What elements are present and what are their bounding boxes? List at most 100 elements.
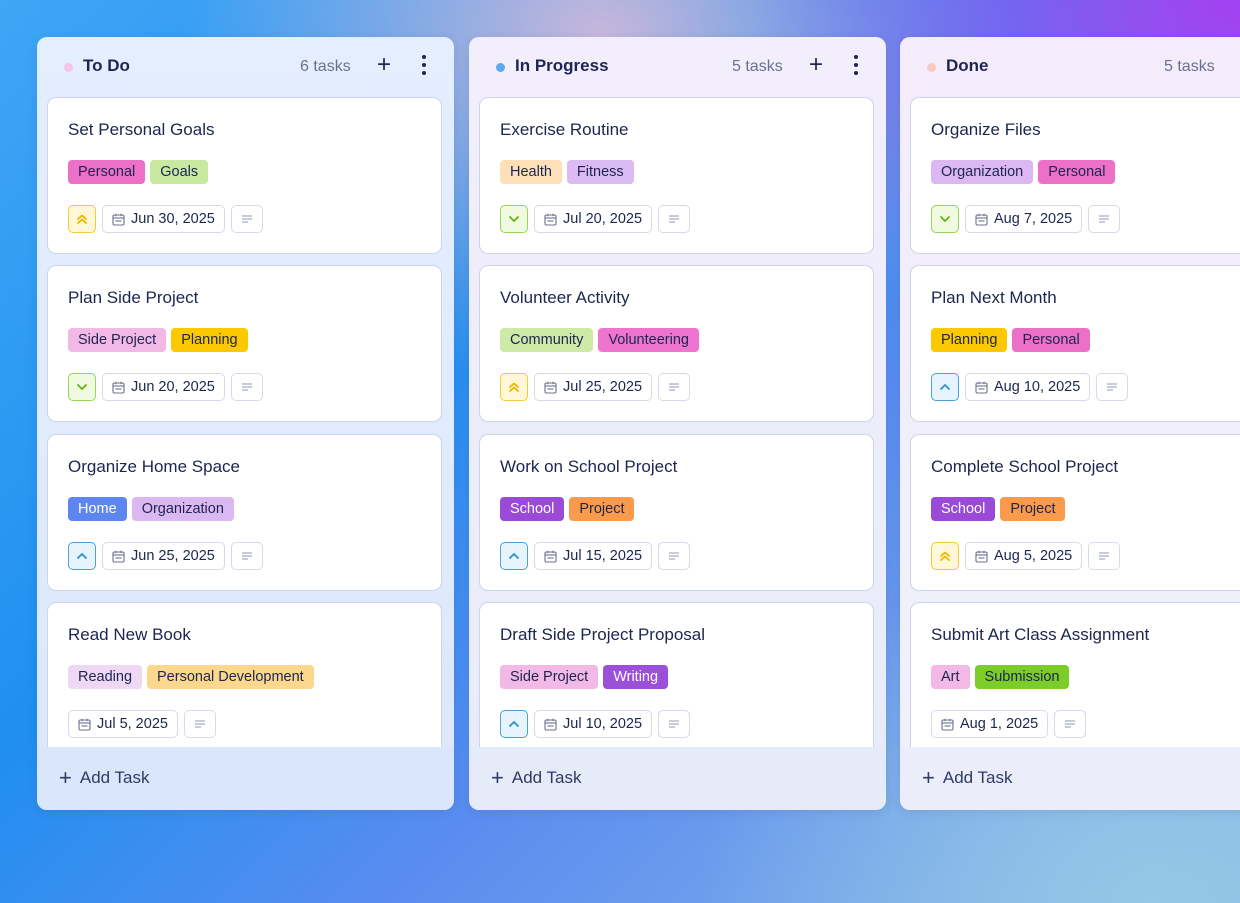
task-card[interactable]: Plan Next Month Planning Personal Aug 10, 2… <box>910 265 1240 422</box>
tag[interactable]: Community <box>500 328 594 352</box>
due-date-text: Aug 7, 2025 <box>994 211 1073 227</box>
description-button[interactable] <box>658 205 691 233</box>
tag[interactable]: Project <box>1000 497 1066 521</box>
due-date[interactable]: Aug 7, 2025 <box>965 205 1083 233</box>
task-card[interactable]: Organize Home Space Home Organization Jun 2… <box>47 434 442 591</box>
add-task-button[interactable]: + Add Task <box>922 765 1012 791</box>
task-card[interactable]: Draft Side Project Proposal Side Project W… <box>479 602 874 759</box>
column-header: In Progress 5 tasks + <box>469 37 886 97</box>
description-button[interactable] <box>183 710 216 738</box>
due-date[interactable]: Aug 1, 2025 <box>931 710 1049 738</box>
description-button[interactable] <box>658 542 691 570</box>
priority-badge[interactable] <box>931 373 959 401</box>
tag[interactable]: Writing <box>603 665 669 689</box>
description-button[interactable] <box>230 205 263 233</box>
column-header: Done 5 tasks <box>900 37 1240 97</box>
description-button[interactable] <box>658 373 691 401</box>
card-meta: Aug 7, 2025 <box>931 205 1121 233</box>
tag[interactable]: Submission <box>974 665 1070 689</box>
priority-badge[interactable] <box>931 205 959 233</box>
due-date[interactable]: Jul 15, 2025 <box>534 542 653 570</box>
description-button[interactable] <box>230 542 263 570</box>
due-date[interactable]: Jun 20, 2025 <box>102 373 225 401</box>
tag[interactable]: Personal <box>1012 328 1090 352</box>
description-button[interactable] <box>1088 542 1121 570</box>
task-card[interactable]: Organize Files Organization Personal Aug 7,… <box>910 97 1240 254</box>
task-card[interactable]: Work on School Project School Project Jul 1… <box>479 434 874 591</box>
priority-badge[interactable] <box>68 205 96 233</box>
tag[interactable]: Home <box>68 497 127 521</box>
task-card[interactable]: Set Personal Goals Personal Goals Jun 30, 2… <box>47 97 442 254</box>
priority-badge[interactable] <box>500 205 528 233</box>
tag[interactable]: Project <box>569 497 635 521</box>
tag[interactable]: Side Project <box>68 328 167 352</box>
tag[interactable]: Personal <box>1038 160 1116 184</box>
column-more-button[interactable] <box>849 53 863 79</box>
tag[interactable]: Reading <box>68 665 143 689</box>
card-meta: Jul 20, 2025 <box>500 205 691 233</box>
priority-badge[interactable] <box>68 542 96 570</box>
tag[interactable]: Art <box>931 665 970 689</box>
due-date[interactable]: Jun 30, 2025 <box>102 205 225 233</box>
tag[interactable]: Planning <box>931 328 1008 352</box>
tag[interactable]: Volunteering <box>598 328 699 352</box>
add-card-button[interactable]: + <box>803 51 829 79</box>
tag[interactable]: Personal Development <box>147 665 314 689</box>
calendar-icon <box>544 213 557 226</box>
priority-badge[interactable] <box>500 710 528 738</box>
due-date[interactable]: Aug 10, 2025 <box>965 373 1091 401</box>
text-lines-icon <box>668 719 680 729</box>
due-date[interactable]: Jul 5, 2025 <box>68 710 178 738</box>
add-task-button[interactable]: + Add Task <box>491 765 581 791</box>
due-date[interactable]: Jul 10, 2025 <box>534 710 653 738</box>
due-date[interactable]: Aug 5, 2025 <box>965 542 1083 570</box>
due-date[interactable]: Jul 25, 2025 <box>534 373 653 401</box>
task-card[interactable]: Read New Book Reading Personal Development… <box>47 602 442 759</box>
calendar-icon <box>544 550 557 563</box>
description-button[interactable] <box>230 373 263 401</box>
tag[interactable]: School <box>500 497 565 521</box>
column-in-progress: In Progress 5 tasks + Exercise Routine He… <box>469 37 886 810</box>
task-card[interactable]: Plan Side Project Side Project Planning Jun… <box>47 265 442 422</box>
add-task-button[interactable]: + Add Task <box>59 765 149 791</box>
task-card[interactable]: Submit Art Class Assignment Art Submission… <box>910 602 1240 759</box>
priority-badge[interactable] <box>931 542 959 570</box>
chevron-down-icon <box>507 212 521 226</box>
tag[interactable]: Side Project <box>500 665 599 689</box>
description-button[interactable] <box>1096 373 1129 401</box>
tag[interactable]: Organization <box>931 160 1034 184</box>
chevron-up-icon <box>938 380 952 394</box>
task-card[interactable]: Complete School Project School Project Aug … <box>910 434 1240 591</box>
tag[interactable]: Organization <box>131 497 234 521</box>
tag[interactable]: Health <box>500 160 562 184</box>
column-status-dot <box>927 63 936 72</box>
priority-badge[interactable] <box>500 373 528 401</box>
tag[interactable]: Goals <box>150 160 209 184</box>
task-card[interactable]: Volunteer Activity Community Volunteering J… <box>479 265 874 422</box>
chevron-up-icon <box>75 549 89 563</box>
due-date[interactable]: Jun 25, 2025 <box>102 542 225 570</box>
add-task-label: Add Task <box>79 768 150 787</box>
add-card-button[interactable]: + <box>371 51 397 79</box>
tag[interactable]: Planning <box>171 328 248 352</box>
description-button[interactable] <box>658 710 691 738</box>
description-button[interactable] <box>1088 205 1121 233</box>
text-lines-icon <box>1106 382 1118 392</box>
column-header: To Do 6 tasks + <box>37 37 454 97</box>
card-meta: Aug 1, 2025 <box>931 710 1087 738</box>
priority-badge[interactable] <box>68 373 96 401</box>
column-more-button[interactable] <box>417 53 431 79</box>
more-dot <box>854 71 858 75</box>
tag[interactable]: Fitness <box>566 160 634 184</box>
double-chevron-up-icon <box>507 380 521 394</box>
priority-badge[interactable] <box>500 542 528 570</box>
tag-list: Home Organization <box>68 497 234 521</box>
due-date[interactable]: Jul 20, 2025 <box>534 205 653 233</box>
more-dot <box>422 71 426 75</box>
tag[interactable]: School <box>931 497 996 521</box>
task-card[interactable]: Exercise Routine Health Fitness Jul 20, 202… <box>479 97 874 254</box>
card-title: Draft Side Project Proposal <box>500 625 706 644</box>
tag[interactable]: Personal <box>68 160 146 184</box>
description-button[interactable] <box>1054 710 1087 738</box>
chevron-up-icon <box>507 549 521 563</box>
